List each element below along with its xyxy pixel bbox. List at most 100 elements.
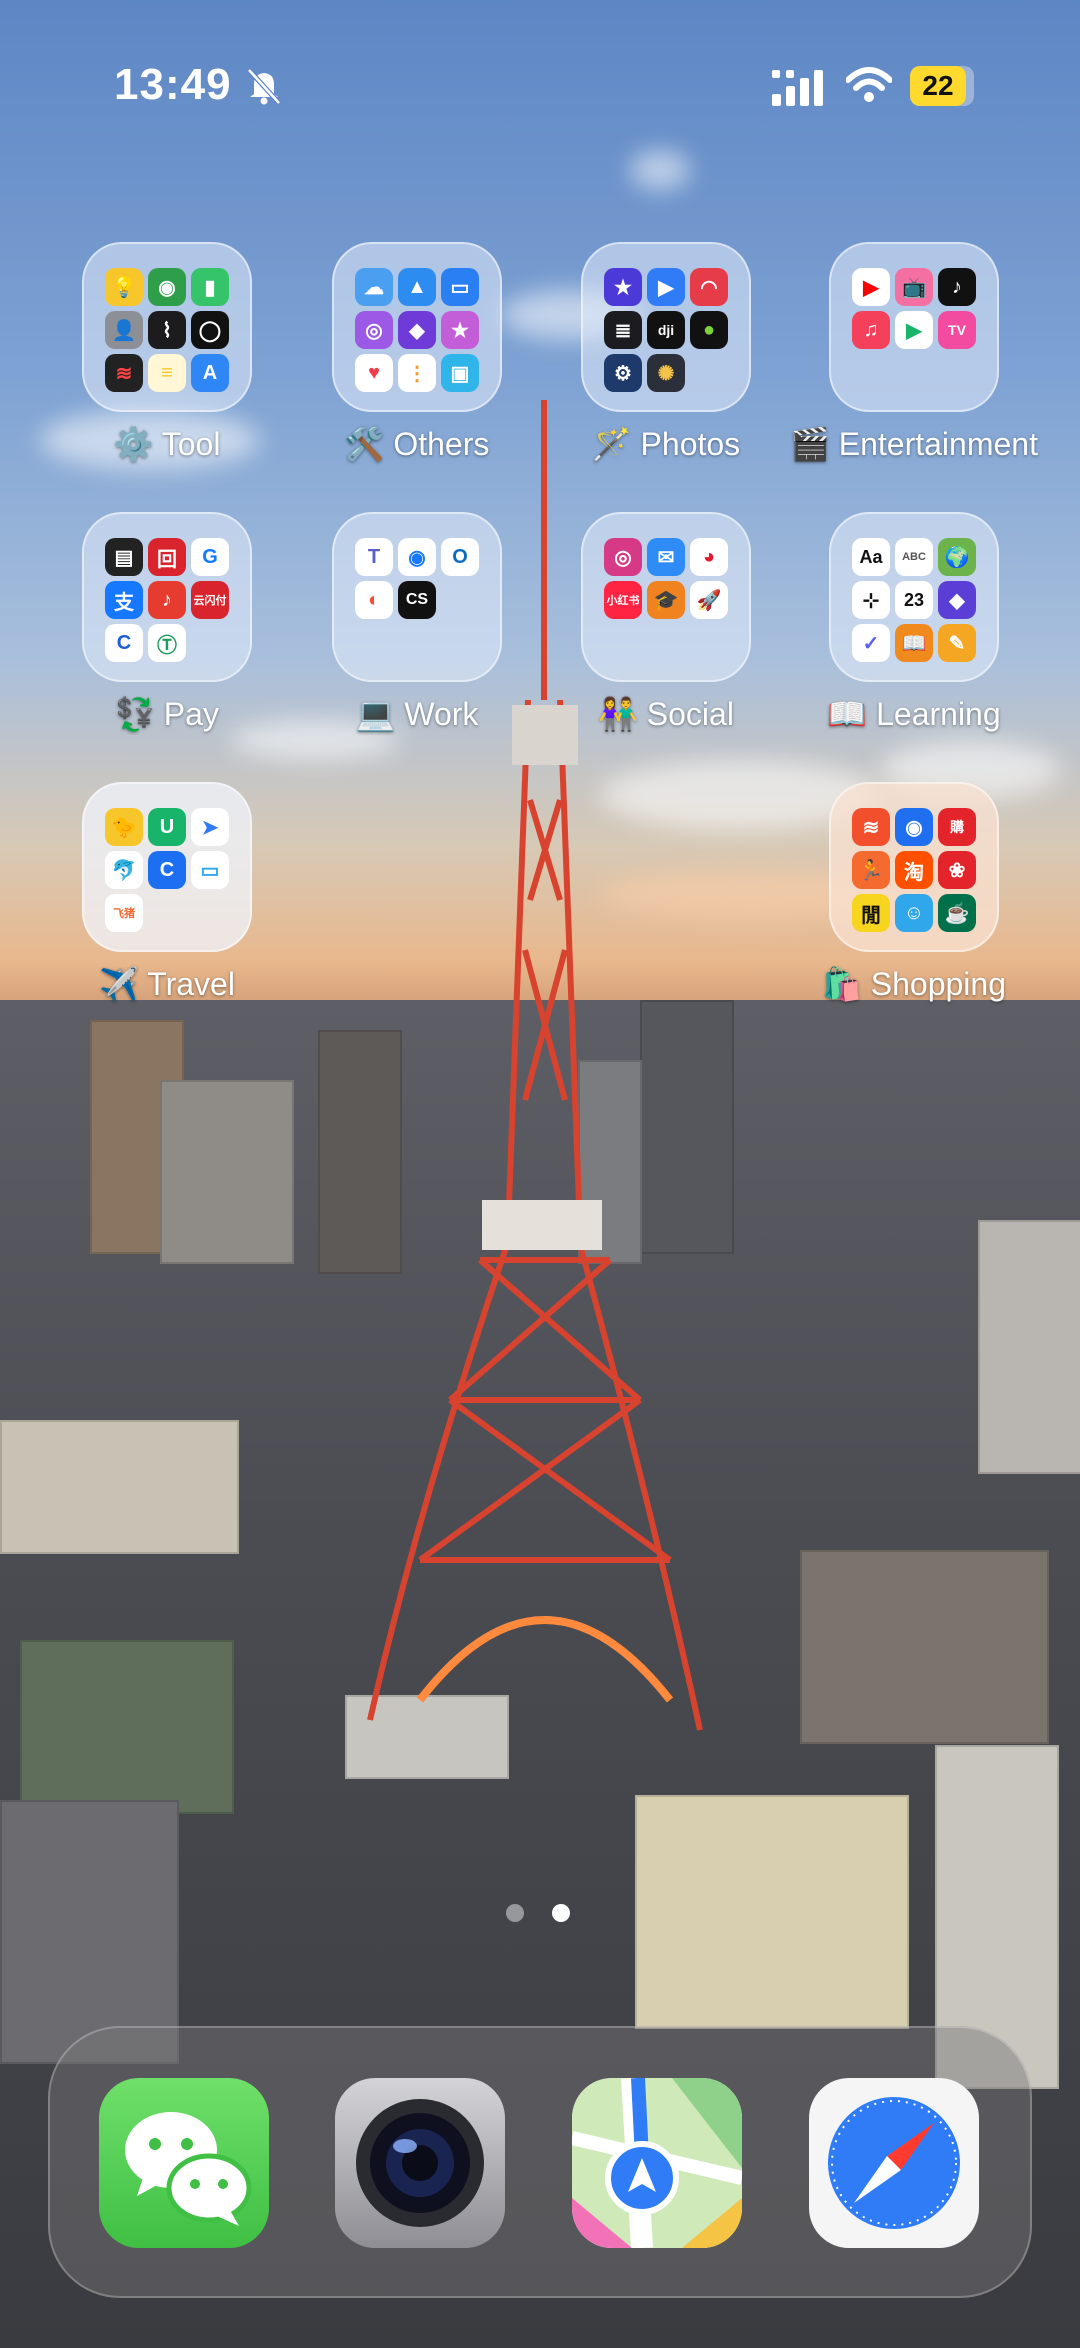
trip-icon: C — [148, 851, 186, 889]
pay-g-icon: G — [191, 538, 229, 576]
earth-icon: 🌍 — [938, 538, 976, 576]
folder-work[interactable]: T ◉ O ◐ CS — [332, 512, 502, 682]
map-flag-icon: ▭ — [191, 851, 229, 889]
status-bar: 13:49 22 — [0, 0, 1080, 150]
wallet-icon: ▤ — [105, 538, 143, 576]
dock-camera[interactable] — [335, 2078, 505, 2248]
watch-icon: ◯ — [191, 311, 229, 349]
rocket-icon: 🚀 — [690, 581, 728, 619]
dock-maps[interactable] — [572, 2078, 742, 2248]
battery-indicator: 22 — [910, 66, 980, 106]
didi-icon: U — [148, 808, 186, 846]
folder-label-tool: ⚙️ Tool — [113, 426, 221, 462]
keynote-icon: ▲ — [398, 268, 436, 306]
ctrip-icon: 🐬 — [105, 851, 143, 889]
bank-icon: 回 — [148, 538, 186, 576]
find-my-icon: ◉ — [148, 268, 186, 306]
dictionary-icon: Aa — [852, 538, 890, 576]
mail-icon: ✉ — [647, 538, 685, 576]
feishu-icon: ◐ — [355, 581, 393, 619]
folder-label-social: 👫 Social — [598, 696, 734, 732]
shortcuts-icon: ◆ — [398, 311, 436, 349]
imovie-icon: ★ — [604, 268, 642, 306]
camera-lens-icon — [356, 2099, 484, 2227]
files-icon: ▭ — [441, 268, 479, 306]
folder-label-others: 🛠️ Others — [344, 426, 490, 462]
app-store-icon: A — [191, 354, 229, 392]
weibo-icon: ◕ — [690, 538, 728, 576]
folder-shopping[interactable]: ≋ ◉ 購 🏃 淘 ❀ 閒 ☺ ☕ — [829, 782, 999, 952]
folder-learning[interactable]: Aa ABC 🌍 ⊹ 23 ◆ ✓ 📖 ✎ — [829, 512, 999, 682]
voice-memos-icon: ≋ — [105, 354, 143, 392]
notes-icon: ≡ — [148, 354, 186, 392]
starbucks-icon: ☕ — [938, 894, 976, 932]
contacts-icon: 👤 — [105, 311, 143, 349]
folder-others[interactable]: ☁ ▲ ▭ ◎ ◆ ★ ♥ ⋮ ▣ — [332, 242, 502, 412]
ccb-icon: C — [105, 624, 143, 662]
pencil-icon: ✎ — [938, 624, 976, 662]
translate-icon: ⊹ — [852, 581, 890, 619]
outlook-icon: O — [441, 538, 479, 576]
photo-editor-icon: ◠ — [690, 268, 728, 306]
learning-date-text: 23 — [903, 589, 925, 610]
folder-social[interactable]: ◎ ✉ ◕ 小红书 🎓 🚀 — [581, 512, 751, 682]
dock-wechat[interactable] — [99, 2078, 269, 2248]
zoom-icon: ▶ — [647, 268, 685, 306]
stocks-icon: ⌇ — [148, 311, 186, 349]
runner-icon: 🏃 — [852, 851, 890, 889]
telegram-icon: ➤ — [191, 808, 229, 846]
learning-abc-text: ABC — [902, 551, 926, 563]
fireworks-icon: ✺ — [647, 354, 685, 392]
folder-entertainment[interactable]: ▶ 📺 ♪ ♫ ▶ TV — [829, 242, 999, 412]
teams-icon: T — [355, 538, 393, 576]
cute-app-icon: ☺ — [895, 894, 933, 932]
capcut-icon: ≣ — [604, 311, 642, 349]
health-icon: ♥ — [355, 354, 393, 392]
graduation-icon: 🎓 — [647, 581, 685, 619]
obsidian-icon: ◆ — [938, 581, 976, 619]
battery-percent: 22 — [922, 70, 954, 101]
folder-travel[interactable]: 🐤 U ➤ 🐬 C ▭ 飞猪 — [82, 782, 252, 952]
bilibili-icon: 📺 — [895, 268, 933, 306]
itunes-star-icon: ★ — [441, 311, 479, 349]
taobao-icon: 淘 — [895, 851, 933, 889]
folder-pay[interactable]: ▤ 回 G 支 ♪ 云闪付 C Ⓣ — [82, 512, 252, 682]
page-indicator[interactable] — [506, 1904, 576, 1924]
books-icon: 📖 — [895, 624, 933, 662]
abc-bank-icon: Ⓣ — [148, 624, 186, 662]
wechat-icon — [125, 2112, 252, 2226]
numbers-icon: ▮ — [191, 268, 229, 306]
folder-label-travel: ✈️ Travel — [99, 966, 235, 1002]
maps-icon — [572, 2078, 742, 2248]
work-cs-text: CS — [405, 591, 429, 608]
clips-icon: ▣ — [441, 354, 479, 392]
folder-label-work: 💻 Work — [355, 696, 479, 732]
jd-icon: ◉ — [895, 808, 933, 846]
fliggy-icon: 飞猪 — [105, 894, 143, 932]
steam-icon: ⚙ — [604, 354, 642, 392]
page-dot-1[interactable] — [506, 1904, 524, 1922]
bell-slash-icon — [247, 68, 281, 105]
instagram-icon: ◎ — [604, 538, 642, 576]
yihaodian-icon: 購 — [938, 808, 976, 846]
dji-icon: dji — [647, 311, 685, 349]
dock-safari[interactable] — [809, 2078, 979, 2248]
social-xhs-text: 小红书 — [606, 595, 640, 607]
home-screen: 13:49 22 💡 ◉ ▮ 👤 ⌇ ◯ ≋ ≡ A ⚙️ Tool ☁ ▲ ▭… — [0, 0, 1080, 2348]
weather-icon: ☁ — [355, 268, 393, 306]
unionpay-icon: 云闪付 — [191, 581, 229, 619]
korean-tv-icon: TV — [938, 311, 976, 349]
folder-tool[interactable]: 💡 ◉ ▮ 👤 ⌇ ◯ ≋ ≡ A — [82, 242, 252, 412]
folder-label-entertainment: 🎬 Entertainment — [790, 426, 1038, 462]
pinduoduo-icon: ❀ — [938, 851, 976, 889]
xiaohongshu-icon: 小红书 — [604, 581, 642, 619]
duolingo-check-icon: ✓ — [852, 624, 890, 662]
ent-tv-text: TV — [948, 322, 966, 338]
folder-photos[interactable]: ★ ▶ ◠ ≣ dji ● ⚙ ✺ — [581, 242, 751, 412]
guitar-icon: ♪ — [148, 581, 186, 619]
meituan-icon: 🐤 — [105, 808, 143, 846]
cellular-signal-icon — [772, 70, 823, 106]
podcasts-icon: ◎ — [355, 311, 393, 349]
dingtalk-icon: ◉ — [398, 538, 436, 576]
page-dot-2[interactable] — [552, 1904, 570, 1922]
